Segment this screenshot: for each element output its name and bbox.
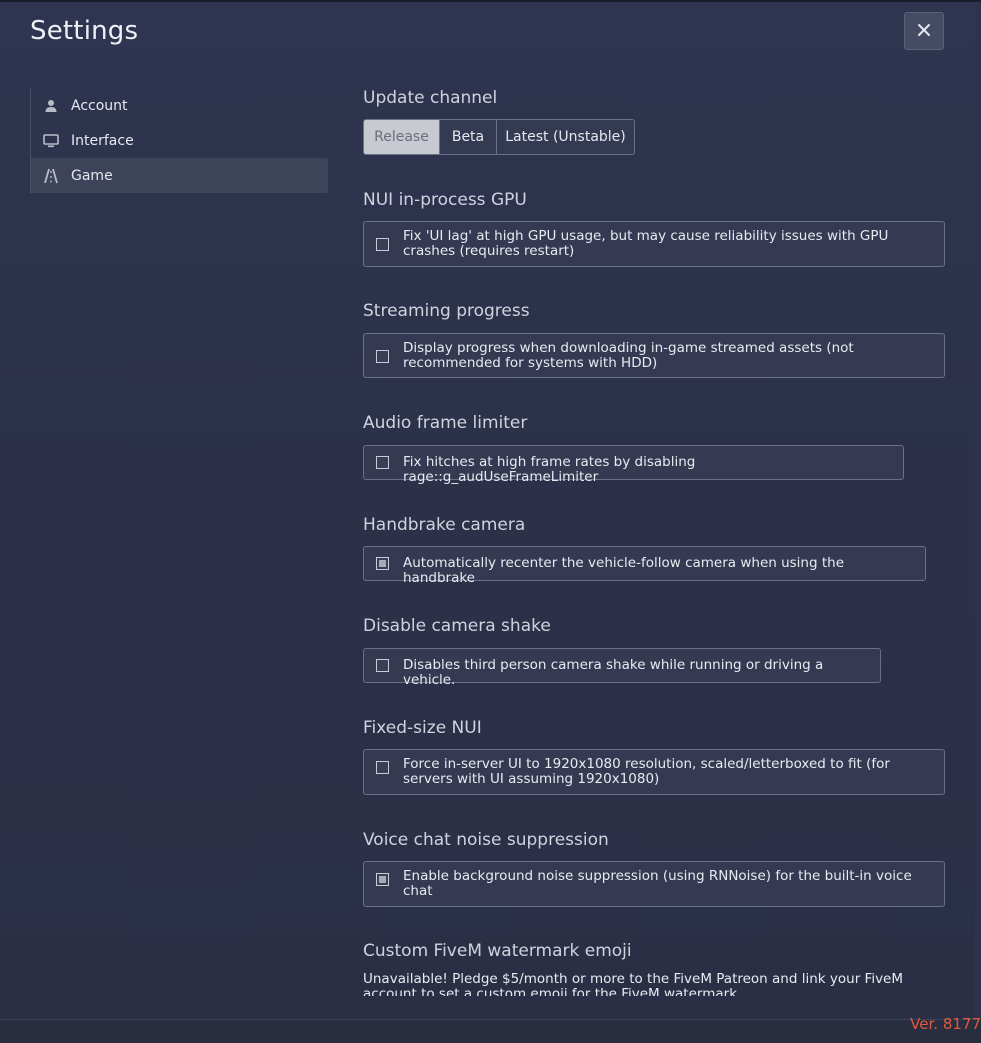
audio-frame-limiter-title: Audio frame limiter bbox=[363, 413, 528, 433]
sidebar-item-account[interactable]: Account bbox=[31, 88, 328, 123]
scrollbar-track[interactable] bbox=[975, 2, 981, 1019]
nui-gpu-title: NUI in-process GPU bbox=[363, 190, 527, 210]
road-icon bbox=[43, 168, 59, 184]
noise-suppression-check[interactable] bbox=[376, 873, 389, 886]
fixed-size-nui-label: Force in-server UI to 1920x1080 resoluti… bbox=[403, 756, 890, 787]
sidebar-item-label: Account bbox=[71, 97, 128, 114]
audio-frame-limiter-check[interactable] bbox=[376, 456, 389, 469]
page-title: Settings bbox=[30, 16, 139, 46]
sidebar-item-label: Interface bbox=[71, 132, 134, 149]
watermark-info-text: Unavailable! Pledge $5/month or more to … bbox=[363, 972, 904, 996]
nui-gpu-check[interactable] bbox=[376, 238, 389, 251]
streaming-progress-checkbox[interactable]: Display progress when downloading in-gam… bbox=[363, 333, 945, 378]
fixed-size-nui-check[interactable] bbox=[376, 761, 389, 774]
sidebar-item-label: Game bbox=[71, 167, 113, 184]
channel-option-release[interactable]: Release bbox=[364, 120, 440, 154]
watermark-title: Custom FiveM watermark emoji bbox=[363, 941, 632, 961]
fixed-size-nui-title: Fixed-size NUI bbox=[363, 718, 482, 738]
version-label: Ver. 8177 bbox=[910, 1015, 981, 1033]
handbrake-camera-title: Handbrake camera bbox=[363, 515, 526, 535]
sidebar: Account Interface Game bbox=[30, 88, 328, 193]
update-channel-selector: Release Beta Latest (Unstable) bbox=[363, 119, 635, 155]
settings-window: Settings Account Interface Game Update c… bbox=[0, 0, 981, 1043]
handbrake-camera-checkbox[interactable]: Automatically recenter the vehicle-follo… bbox=[363, 546, 926, 586]
camera-shake-check[interactable] bbox=[376, 659, 389, 672]
streaming-progress-label: Display progress when downloading in-gam… bbox=[403, 340, 854, 371]
channel-option-latest[interactable]: Latest (Unstable) bbox=[497, 120, 634, 154]
nui-gpu-checkbox[interactable]: Fix 'UI lag' at high GPU usage, but may … bbox=[363, 221, 945, 267]
audio-frame-limiter-label: Fix hitches at high frame rates by disab… bbox=[403, 454, 696, 485]
camera-shake-checkbox[interactable]: Disables third person camera shake while… bbox=[363, 648, 881, 688]
footer-bar bbox=[0, 1019, 981, 1043]
monitor-icon bbox=[43, 133, 59, 149]
noise-suppression-label: Enable background noise suppression (usi… bbox=[403, 868, 912, 899]
camera-shake-label: Disables third person camera shake while… bbox=[403, 657, 824, 688]
update-channel-title: Update channel bbox=[363, 88, 498, 108]
streaming-progress-check[interactable] bbox=[376, 350, 389, 363]
audio-frame-limiter-checkbox[interactable]: Fix hitches at high frame rates by disab… bbox=[363, 445, 904, 485]
close-button[interactable] bbox=[904, 12, 944, 50]
streaming-progress-title: Streaming progress bbox=[363, 301, 530, 321]
close-icon bbox=[917, 22, 931, 41]
handbrake-camera-label: Automatically recenter the vehicle-follo… bbox=[403, 555, 845, 586]
channel-option-beta[interactable]: Beta bbox=[440, 120, 497, 154]
nui-gpu-label: Fix 'UI lag' at high GPU usage, but may … bbox=[403, 228, 889, 259]
camera-shake-title: Disable camera shake bbox=[363, 616, 551, 636]
noise-suppression-checkbox[interactable]: Enable background noise suppression (usi… bbox=[363, 861, 945, 907]
noise-suppression-title: Voice chat noise suppression bbox=[363, 830, 609, 850]
handbrake-camera-check[interactable] bbox=[376, 557, 389, 570]
person-icon bbox=[43, 98, 59, 114]
fixed-size-nui-checkbox[interactable]: Force in-server UI to 1920x1080 resoluti… bbox=[363, 749, 945, 795]
sidebar-item-game[interactable]: Game bbox=[31, 158, 328, 193]
sidebar-item-interface[interactable]: Interface bbox=[31, 123, 328, 158]
